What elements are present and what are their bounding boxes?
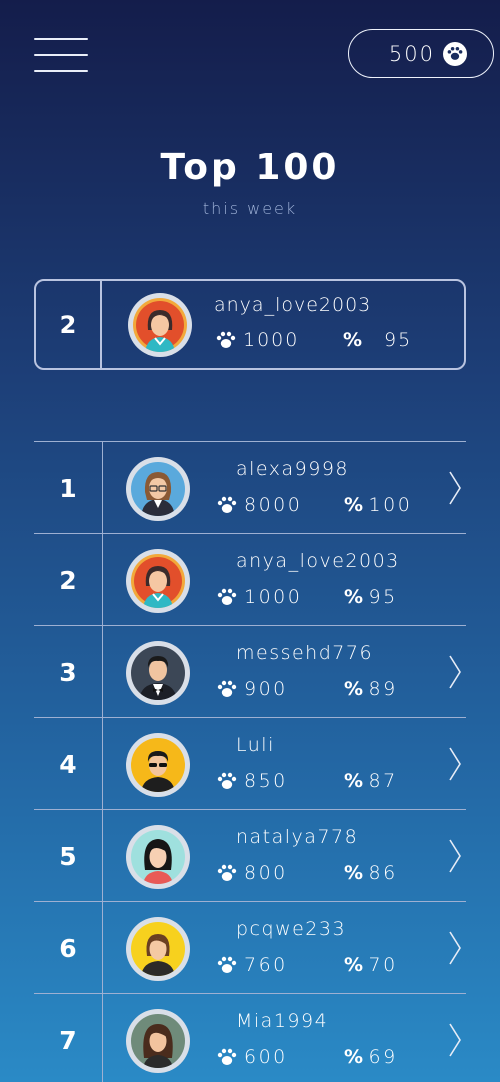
paw-icon <box>217 772 237 789</box>
paw-icon <box>217 1048 237 1065</box>
percent: 95 <box>368 586 398 608</box>
percent: 86 <box>368 862 398 884</box>
percent-icon: % <box>344 678 366 700</box>
player-stats: 1000% 95 <box>217 586 398 608</box>
paw-icon <box>217 680 237 697</box>
percent: 87 <box>368 770 398 792</box>
player-stats: 8000% 100 <box>217 494 412 516</box>
player-stats: 800% 86 <box>217 862 398 884</box>
avatar <box>126 733 190 797</box>
leaderboard-row[interactable]: 7 Mia1994 600% 69 <box>34 993 466 1082</box>
percent-icon: % <box>344 1046 366 1068</box>
rank-number: 4 <box>34 718 103 810</box>
percent-icon: % <box>344 586 366 608</box>
username: Mia1994 <box>236 1010 329 1032</box>
woman-yellow-avatar <box>131 922 185 976</box>
rank-number: 5 <box>34 810 103 902</box>
score: 1000 <box>244 586 303 608</box>
leaderboard-row[interactable]: 6 pcqwe233 760% 70 <box>34 901 466 994</box>
woman-brown-hair-avatar <box>131 1014 185 1068</box>
username: anya_love2003 <box>236 550 400 572</box>
username: Luli <box>236 734 275 756</box>
leaderboard-row[interactable]: 5 natalya778 800% 86 <box>34 809 466 902</box>
my-stats: 1000 % 95 <box>216 329 412 351</box>
menu-line <box>34 70 88 72</box>
avatar <box>126 825 190 889</box>
paw-icon <box>217 588 237 605</box>
chevron-right-icon <box>449 1023 461 1057</box>
leaderboard-row[interactable]: 3 messehd776 900% 89 <box>34 625 466 718</box>
avatar <box>126 1009 190 1073</box>
page-title: Top 100 <box>160 147 340 188</box>
paw-icon <box>216 331 236 348</box>
my-percent: 95 <box>384 329 413 351</box>
percent: 69 <box>368 1046 398 1068</box>
rank-number: 3 <box>34 626 103 718</box>
username: alexa9998 <box>236 458 350 480</box>
paw-icon <box>443 41 467 66</box>
my-score: 1000 <box>243 329 300 351</box>
woman-glasses-avatar <box>131 462 185 516</box>
player-stats: 850% 87 <box>217 770 398 792</box>
chevron-right-icon <box>449 655 461 689</box>
menu-line <box>34 38 88 40</box>
avatar <box>126 917 190 981</box>
leaderboard-row[interactable]: 2 anya_love2003 1000% 95 <box>34 533 466 626</box>
my-rank-card: 2 anya_love2003 1000 % 95 <box>34 279 466 370</box>
score: 900 <box>244 678 288 700</box>
chevron-right-icon <box>449 471 461 505</box>
score: 600 <box>244 1046 288 1068</box>
man-sunglasses-avatar <box>131 738 185 792</box>
chevron-right-icon <box>449 747 461 781</box>
percent-icon: % <box>344 770 366 792</box>
my-rank: 2 <box>36 281 102 368</box>
menu-line <box>34 54 88 56</box>
chevron-right-icon <box>449 839 461 873</box>
username: natalya778 <box>236 826 359 848</box>
percent-icon: % <box>344 494 366 516</box>
avatar <box>128 293 192 357</box>
score: 800 <box>244 862 288 884</box>
rank-number: 6 <box>34 902 103 994</box>
girl-orange-avatar <box>133 298 187 352</box>
percent: 89 <box>368 678 398 700</box>
player-stats: 900% 89 <box>217 678 398 700</box>
player-stats: 760% 70 <box>217 954 398 976</box>
page-subtitle: this week <box>202 199 298 218</box>
avatar <box>126 457 190 521</box>
score: 850 <box>244 770 288 792</box>
leaderboard-list: 1 alexa9998 8000% 100 2 anya_love2003 1000% 95 3… <box>34 441 466 1082</box>
woman-black-hair-avatar <box>131 830 185 884</box>
rank-number: 1 <box>34 442 103 534</box>
avatar <box>126 641 190 705</box>
chevron-right-icon <box>449 931 461 965</box>
leaderboard-row[interactable]: 1 alexa9998 8000% 100 <box>34 441 466 534</box>
percent: 100 <box>368 494 413 516</box>
girl-orange-avatar <box>131 554 185 608</box>
my-username: anya_love2003 <box>214 294 372 316</box>
coin-balance-button[interactable]: 500 <box>348 29 494 78</box>
username: messehd776 <box>236 642 374 664</box>
rank-number: 7 <box>34 994 103 1082</box>
username: pcqwe233 <box>236 918 347 940</box>
percent-icon: % <box>344 954 366 976</box>
avatar <box>126 549 190 613</box>
score: 760 <box>244 954 288 976</box>
man-bowtie-avatar <box>131 646 185 700</box>
rank-number: 2 <box>34 534 103 626</box>
percent-icon: % <box>343 329 365 351</box>
coin-balance: 500 <box>388 41 435 66</box>
player-stats: 600% 69 <box>217 1046 398 1068</box>
percent: 70 <box>368 954 398 976</box>
paw-icon <box>217 496 237 513</box>
leaderboard-row[interactable]: 4 Luli 850% 87 <box>34 717 466 810</box>
menu-button[interactable] <box>34 38 88 74</box>
paw-icon <box>217 864 237 881</box>
score: 8000 <box>244 494 303 516</box>
paw-icon <box>217 956 237 973</box>
percent-icon: % <box>344 862 366 884</box>
